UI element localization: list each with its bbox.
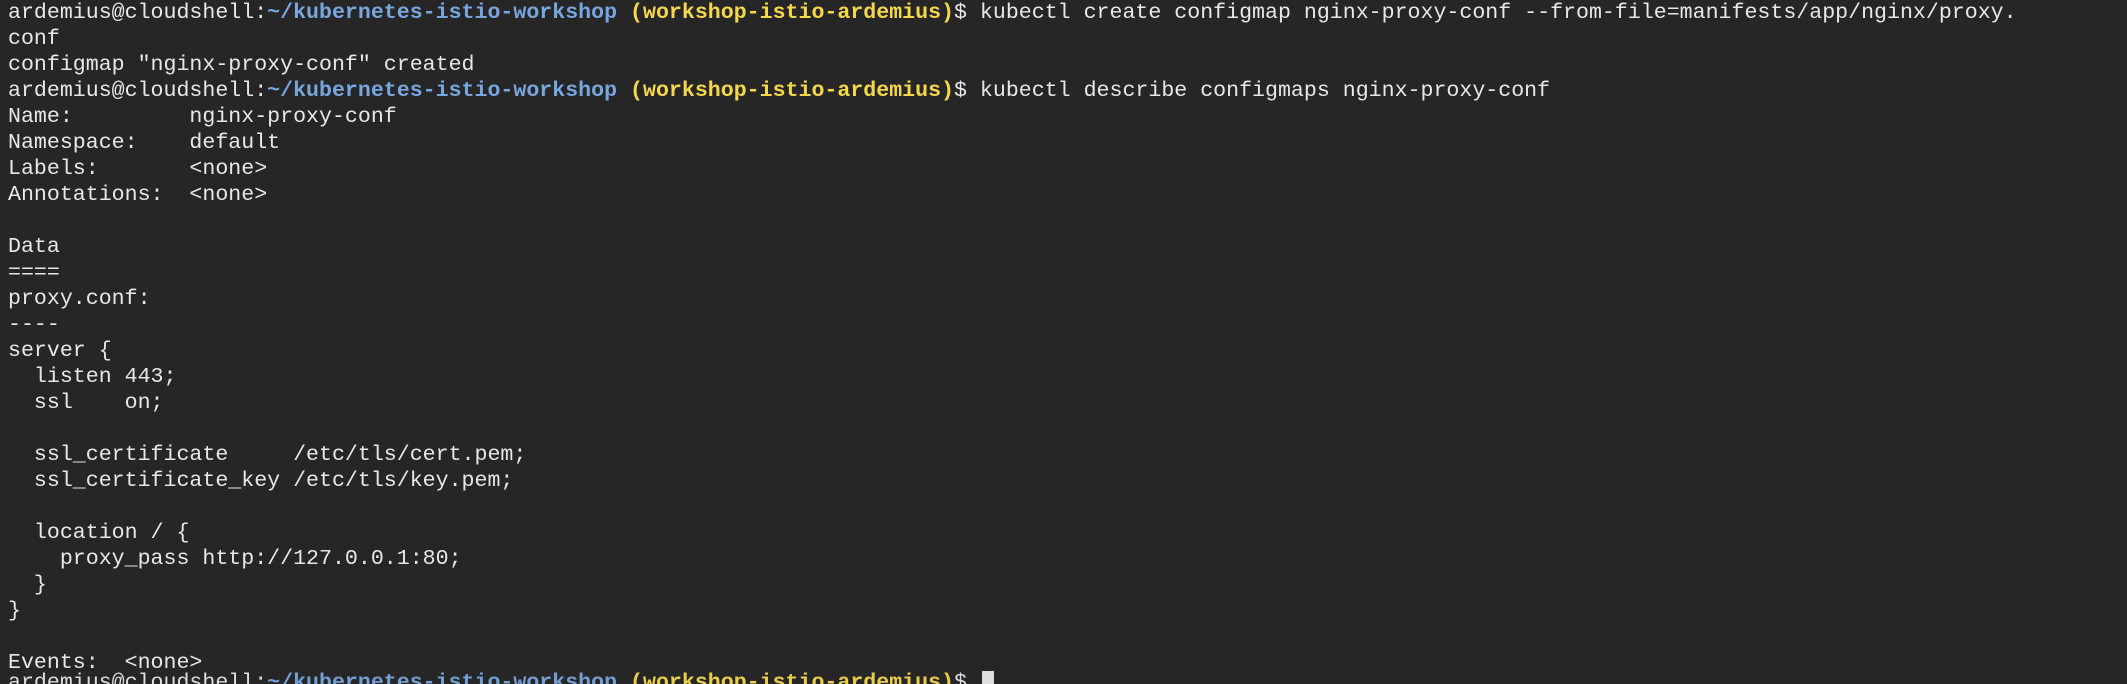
output-name: Name: nginx-proxy-conf <box>8 105 397 129</box>
terminal-cursor <box>981 671 994 684</box>
prompt-user-host: ardemius@cloudshell: <box>8 671 268 684</box>
command-line-create-wrap: conf <box>8 26 2127 52</box>
command-create-configmap: kubectl create configmap nginx-proxy-con… <box>979 1 2017 25</box>
command-create-configmap-wrap: conf <box>8 27 60 51</box>
command-describe-configmap: kubectl describe configmaps nginx-proxy-… <box>979 79 1551 103</box>
prompt-sign: $ <box>954 1 980 25</box>
command-line-current[interactable]: ardemius@cloudshell:~/kubernetes-istio-w… <box>8 670 994 684</box>
output-data-rule: ==== <box>8 261 60 285</box>
conf-line: server { <box>8 339 112 363</box>
conf-line: } <box>8 599 21 623</box>
conf-line: ssl_certificate /etc/tls/cert.pem; <box>8 443 527 467</box>
conf-line <box>8 494 2127 520</box>
prompt-project: (workshop-istio-ardemius) <box>630 1 954 25</box>
prompt-project: (workshop-istio-ardemius) <box>630 671 954 684</box>
prompt-user-host: ardemius@cloudshell: <box>8 1 268 25</box>
command-line-create: ardemius@cloudshell:~/kubernetes-istio-w… <box>8 0 2127 26</box>
conf-line <box>8 416 2127 442</box>
output-annotations: Annotations: <none> <box>8 183 268 207</box>
output-blank <box>8 208 2127 234</box>
output-labels: Labels: <none> <box>8 157 268 181</box>
output-created: configmap "nginx-proxy-conf" created <box>8 53 475 77</box>
prompt-project: (workshop-istio-ardemius) <box>630 79 954 103</box>
prompt-sign: $ <box>954 79 980 103</box>
prompt-sign: $ <box>954 671 980 684</box>
output-file-rule: ---- <box>8 313 60 337</box>
conf-line: location / { <box>8 521 190 545</box>
conf-line: ssl_certificate_key /etc/tls/key.pem; <box>8 469 514 493</box>
prompt-path: ~/kubernetes-istio-workshop <box>267 671 618 684</box>
output-namespace: Namespace: default <box>8 131 281 155</box>
conf-line: listen 443; <box>8 365 177 389</box>
conf-line: ssl on; <box>8 391 164 415</box>
output-blank <box>8 624 2127 650</box>
prompt-path: ~/kubernetes-istio-workshop <box>267 79 618 103</box>
prompt-user-host: ardemius@cloudshell: <box>8 79 268 103</box>
conf-line: proxy_pass http://127.0.0.1:80; <box>8 547 462 571</box>
conf-line: } <box>8 573 47 597</box>
output-file-key: proxy.conf: <box>8 287 151 311</box>
output-data-header: Data <box>8 235 60 259</box>
terminal-window[interactable]: ardemius@cloudshell:~/kubernetes-istio-w… <box>0 0 2127 684</box>
command-line-describe: ardemius@cloudshell:~/kubernetes-istio-w… <box>8 78 2127 104</box>
prompt-path: ~/kubernetes-istio-workshop <box>267 1 618 25</box>
